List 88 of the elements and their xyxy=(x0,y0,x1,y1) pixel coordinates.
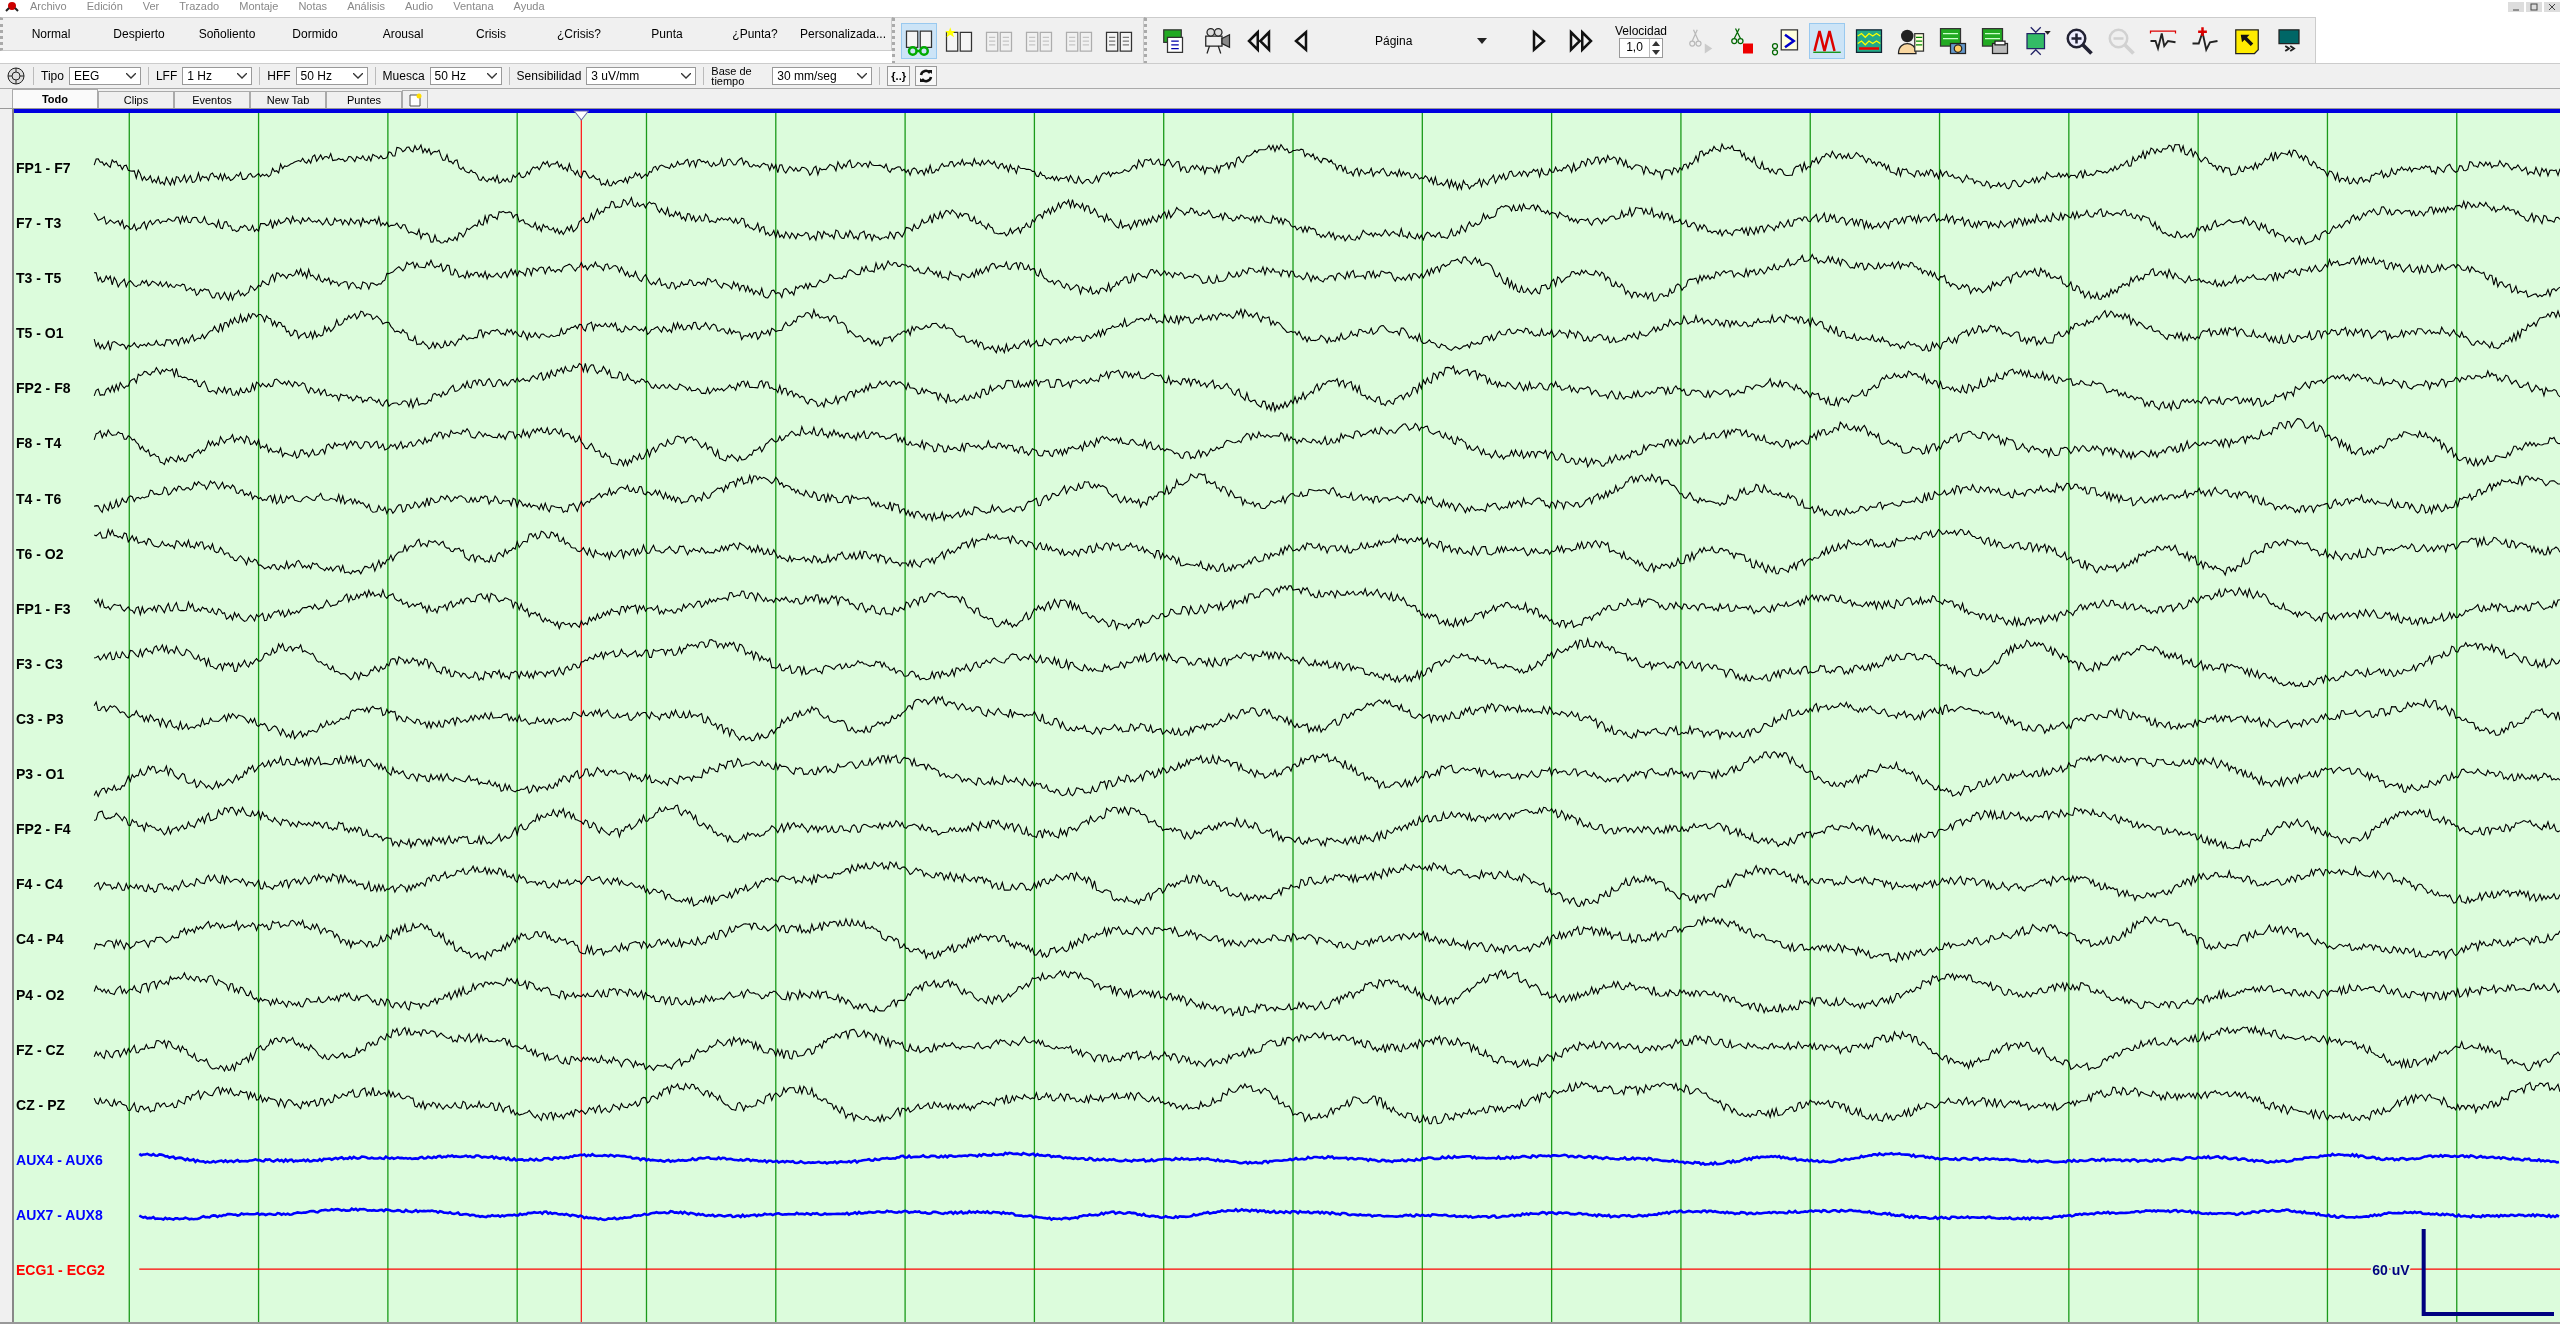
channel-label: AUX4 - AUX6 xyxy=(16,1151,103,1168)
channel-label: FP1 - F7 xyxy=(16,159,71,176)
caret-icon xyxy=(125,73,136,79)
event-button[interactable]: ¿Crisis? xyxy=(535,25,623,43)
caret-icon xyxy=(1477,38,1487,44)
channel-label: C3 - P3 xyxy=(16,711,64,727)
channel-label: AUX7 - AUX8 xyxy=(16,1206,103,1223)
event-button[interactable]: Soñoliento xyxy=(183,25,271,43)
channel-label: T3 - T5 xyxy=(16,270,62,287)
menu-item[interactable]: Notas xyxy=(288,1,338,12)
tab[interactable]: Clips xyxy=(98,91,174,108)
filter-dropdown[interactable]: 50 Hz xyxy=(295,67,368,85)
tool-button[interactable] xyxy=(901,23,937,59)
speed-label: Velocidad xyxy=(1615,24,1668,38)
minimize-icon[interactable] xyxy=(2508,1,2524,12)
close-icon[interactable] xyxy=(2544,1,2560,12)
filter-dropdown[interactable]: 1 Hz xyxy=(182,67,253,85)
event-button[interactable]: Arousal xyxy=(359,25,447,43)
menu-item[interactable]: Trazado xyxy=(169,1,230,12)
refresh-button[interactable] xyxy=(915,66,937,86)
channel-label: FZ - CZ xyxy=(16,1041,65,1058)
menu-item[interactable]: Análisis xyxy=(337,1,396,12)
event-button[interactable]: ¿Punta? xyxy=(711,25,799,43)
up-arrow-icon xyxy=(1651,41,1660,46)
event-button[interactable]: Crisis xyxy=(447,25,535,43)
new-tab-icon[interactable] xyxy=(408,92,422,107)
channel-label: T6 - O2 xyxy=(16,545,64,562)
menu-item[interactable]: Ayuda xyxy=(503,1,555,12)
zoom-out-icon xyxy=(2106,26,2137,56)
tab[interactable]: Puntes xyxy=(326,91,402,108)
montage-icon[interactable] xyxy=(6,66,26,86)
channel-label: ECG1 - ECG2 xyxy=(16,1262,105,1279)
caret-icon xyxy=(237,73,248,79)
bracket-button[interactable]: {..} xyxy=(887,66,910,86)
filter-label: Tipo xyxy=(41,69,64,83)
filter-dropdown[interactable]: 30 mm/seg xyxy=(772,67,873,85)
event-button[interactable]: Dormido xyxy=(271,25,359,43)
menu-item[interactable]: Edición xyxy=(76,1,133,12)
scissors-sheet-icon xyxy=(1770,26,1801,56)
channel-label: CZ - PZ xyxy=(16,1096,66,1113)
filter-dropdown[interactable]: 3 uV/mm xyxy=(586,67,697,85)
caret-icon xyxy=(486,73,497,79)
menu-item[interactable]: Audio xyxy=(395,1,444,12)
event-button[interactable]: Despierto xyxy=(95,25,183,43)
filter-label: Sensibilidad xyxy=(516,69,582,83)
app-logo-icon xyxy=(4,1,20,12)
caret-icon xyxy=(352,73,363,79)
channel-label: T4 - T6 xyxy=(16,490,62,507)
page-dropdown[interactable]: Página xyxy=(1345,26,1495,56)
channel-label: F3 - C3 xyxy=(16,655,63,672)
down-arrow-icon xyxy=(1651,50,1660,55)
filter-label: HFF xyxy=(267,69,291,83)
waveform-grid-icon xyxy=(1854,26,1885,56)
caret-icon xyxy=(681,73,692,79)
sheet-camera-icon xyxy=(1938,26,1969,56)
speed-spinner[interactable]: 1,0 xyxy=(1619,38,1663,58)
zoom-in-icon xyxy=(2064,26,2095,56)
channel-label: FP2 - F4 xyxy=(16,821,71,838)
tab[interactable]: Todo xyxy=(12,89,98,108)
channel-label: P4 - O2 xyxy=(16,986,65,1003)
channel-label: F8 - T4 xyxy=(16,435,62,452)
channel-label: T5 - O1 xyxy=(16,325,64,342)
sheet-printer-icon xyxy=(1980,26,2011,56)
channel-label: F7 - T3 xyxy=(16,215,62,232)
event-button[interactable]: Personalizada... xyxy=(799,25,887,43)
menu-item[interactable]: Montaje xyxy=(229,1,289,12)
channel-label: C4 - P4 xyxy=(16,931,64,948)
filter-dropdown[interactable]: 50 Hz xyxy=(429,67,502,85)
filter-dropdown[interactable]: EEG xyxy=(68,67,141,85)
event-button[interactable]: Normal xyxy=(7,25,95,43)
tab[interactable]: New Tab xyxy=(250,91,326,108)
menu-item[interactable]: Ver xyxy=(132,1,170,12)
cursor-marker-icon[interactable] xyxy=(573,110,589,121)
filter-label: Base de tiempo xyxy=(711,66,753,86)
tab[interactable]: Eventos xyxy=(174,91,250,108)
channel-label: P3 - O1 xyxy=(16,766,65,783)
channel-label: FP2 - F8 xyxy=(16,380,71,397)
caret-icon xyxy=(857,73,868,79)
filter-label: Muesca xyxy=(382,69,425,83)
refresh-icon xyxy=(919,69,933,83)
channel-label: FP1 - F3 xyxy=(16,600,71,617)
video-camera-icon xyxy=(1202,26,1232,56)
maximize-icon[interactable] xyxy=(2526,1,2542,12)
menu-item[interactable]: Archivo xyxy=(20,1,77,12)
event-button[interactable]: Punta xyxy=(623,25,711,43)
menu-item[interactable]: Ventana xyxy=(443,1,504,12)
filter-label: LFF xyxy=(155,69,178,83)
channel-label: F4 - C4 xyxy=(16,876,63,893)
